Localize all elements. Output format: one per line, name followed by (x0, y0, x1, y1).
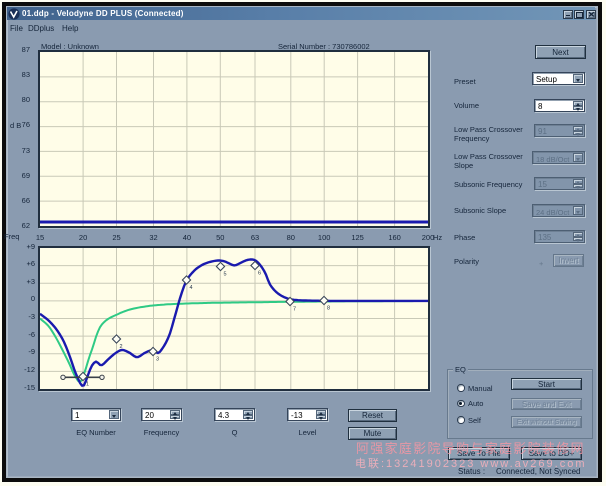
svg-text:8: 8 (327, 306, 330, 312)
svg-text:2: 2 (120, 344, 123, 350)
svg-text:6: 6 (258, 271, 261, 277)
svg-text:7: 7 (293, 307, 296, 313)
svg-text:1: 1 (86, 382, 89, 388)
svg-text:5: 5 (224, 272, 227, 278)
svg-text:4: 4 (190, 285, 193, 291)
svg-text:3: 3 (156, 357, 159, 363)
